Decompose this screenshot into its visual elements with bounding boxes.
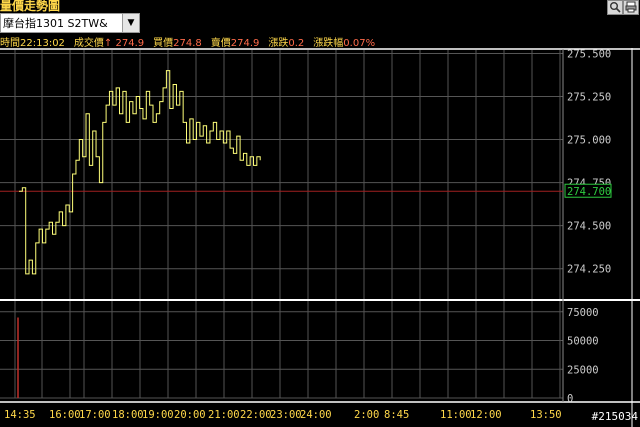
watermark: #215034 (591, 410, 638, 423)
price-volume-chart: 275.500275.250275.000274.750274.500274.2… (0, 48, 640, 427)
print-icon[interactable] (623, 0, 639, 15)
time-tick-label: 22:00 (240, 409, 272, 421)
chevron-down-icon[interactable]: ▼ (122, 14, 139, 32)
time-tick-label: 8:45 (384, 409, 409, 421)
magnifier-icon[interactable] (607, 0, 623, 15)
time-tick-label: 24:00 (300, 409, 332, 421)
quote-bar: 時間22:13:02 成交價↑ 274.9 買價274.8 賣價274.9 漲跌0.2 漲… (0, 34, 384, 49)
current-price-label: 274.700 (567, 186, 611, 198)
time-tick-label: 18:00 (112, 409, 144, 421)
time-tick-label: 12:00 (470, 409, 502, 421)
time-tick-label: 11:00 (440, 409, 472, 421)
time-tick-label: 23:00 (270, 409, 302, 421)
time-tick-label: 2:00 (354, 409, 379, 421)
time-tick-label: 17:00 (79, 409, 111, 421)
window-title: 量價走勢圖 (0, 0, 61, 13)
price-tick-label: 275.500 (567, 48, 611, 60)
volume-tick-label: 75000 (567, 307, 599, 319)
volume-tick-label: 25000 (567, 364, 599, 376)
time-tick-label: 20:00 (174, 409, 206, 421)
time-tick-label: 13:50 (530, 409, 562, 421)
title-bar: 量價走勢圖 (0, 0, 640, 13)
price-tick-label: 275.000 (567, 135, 611, 147)
time-tick-label: 16:00 (49, 409, 81, 421)
symbol-selector[interactable]: 摩台指1301 S2TW& ▼ (0, 13, 140, 33)
volume-tick-label: 50000 (567, 336, 599, 348)
volume-tick-label: 0 (567, 393, 573, 405)
price-tick-label: 274.250 (567, 264, 611, 276)
symbol-selector-value: 摩台指1301 S2TW& (3, 17, 108, 30)
price-tick-label: 274.500 (567, 221, 611, 233)
time-tick-label: 14:35 (4, 409, 36, 421)
price-tick-label: 275.250 (567, 92, 611, 104)
time-tick-label: 19:00 (142, 409, 174, 421)
time-tick-label: 21:00 (208, 409, 240, 421)
